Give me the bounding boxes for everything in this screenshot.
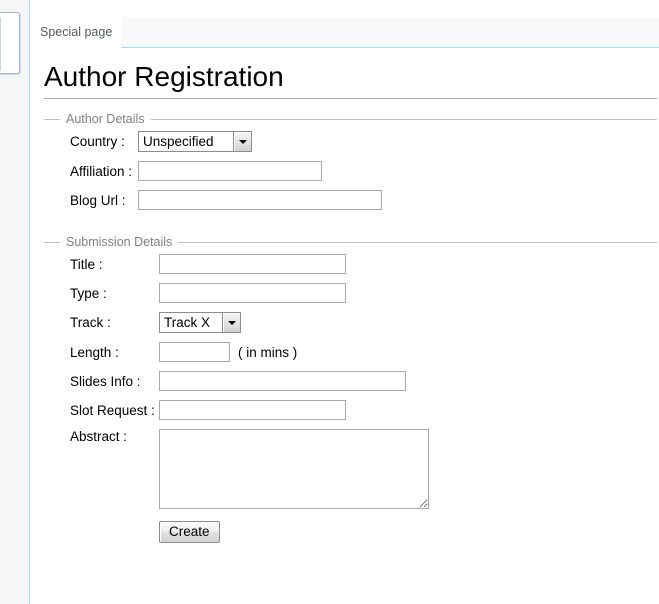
length-units-note: ( in mins ) <box>238 344 298 360</box>
chevron-down-icon[interactable] <box>222 313 240 332</box>
left-gutter <box>0 0 30 604</box>
fieldset-submission-details: Submission Details Title : Type : Track … <box>44 235 657 543</box>
title-input[interactable] <box>159 254 346 274</box>
country-select-value: Unspecified <box>143 134 214 149</box>
author-registration-form: Author Details Country : Unspecified Aff… <box>44 112 657 543</box>
field-row-track: Track : Track X <box>44 312 657 333</box>
content-pane: Special page Author Registration Author … <box>31 0 659 604</box>
type-input[interactable] <box>159 283 346 303</box>
label-blog-url: Blog Url : <box>70 192 126 208</box>
chevron-down-icon[interactable] <box>233 132 251 151</box>
track-select-value: Track X <box>164 315 211 330</box>
field-row-blog-url: Blog Url : <box>44 190 657 210</box>
label-affiliation: Affiliation : <box>70 163 133 179</box>
slides-info-input[interactable] <box>159 371 406 391</box>
track-select[interactable]: Track X <box>159 312 241 333</box>
label-slides-info: Slides Info : <box>70 373 141 389</box>
field-row-slides-info: Slides Info : <box>44 371 657 391</box>
clipped-sidebar-box-inner <box>0 17 1 71</box>
field-row-type: Type : <box>44 283 657 303</box>
label-type: Type : <box>70 285 107 301</box>
country-select[interactable]: Unspecified <box>138 131 252 152</box>
field-row-country: Country : Unspecified <box>44 131 657 152</box>
slot-request-input[interactable] <box>159 400 346 420</box>
page-title: Author Registration <box>44 60 657 99</box>
blog-url-input[interactable] <box>138 190 382 210</box>
tab-bar <box>31 17 659 48</box>
label-length: Length : <box>70 344 119 360</box>
field-row-title: Title : <box>44 254 657 274</box>
submit-row: Create <box>44 521 657 543</box>
create-button[interactable]: Create <box>159 521 220 543</box>
tab-special-page[interactable]: Special page <box>31 17 122 48</box>
submission-details-rows: Title : Type : Track : Track X Length : <box>44 249 657 543</box>
field-row-slot-request: Slot Request : <box>44 400 657 420</box>
field-row-affiliation: Affiliation : <box>44 161 657 181</box>
field-row-length: Length : ( in mins ) <box>44 342 657 362</box>
label-slot-request: Slot Request : <box>70 402 155 418</box>
label-title: Title : <box>70 256 103 272</box>
clipped-sidebar-box <box>0 12 20 74</box>
field-row-abstract: Abstract : <box>44 429 657 509</box>
author-details-rows: Country : Unspecified Affiliation : Blog… <box>44 126 657 210</box>
abstract-textarea[interactable] <box>159 429 429 509</box>
length-input[interactable] <box>159 342 230 362</box>
label-track: Track : <box>70 315 111 330</box>
label-abstract: Abstract : <box>70 429 128 444</box>
fieldset-author-details: Author Details Country : Unspecified Aff… <box>44 112 657 219</box>
affiliation-input[interactable] <box>138 161 322 181</box>
page-title-text: Author Registration <box>44 61 284 92</box>
legend-submission-details: Submission Details <box>66 235 173 249</box>
legend-author-details: Author Details <box>66 112 145 126</box>
label-country: Country : <box>70 134 125 149</box>
